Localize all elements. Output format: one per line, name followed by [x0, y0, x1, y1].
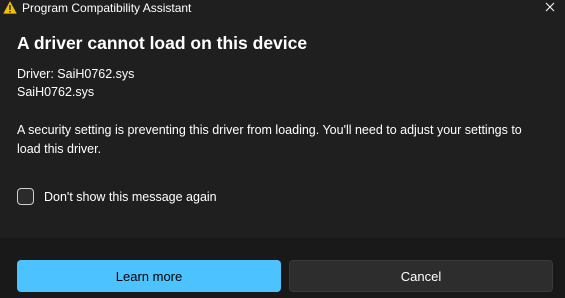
dialog-heading: A driver cannot load on this device [17, 33, 308, 53]
close-icon [545, 0, 555, 17]
learn-more-button[interactable]: Learn more [17, 260, 281, 292]
driver-label: Driver: SaiH0762.sys [17, 67, 135, 81]
title-bar[interactable]: Program Compatibility Assistant [0, 0, 565, 16]
driver-file: SaiH0762.sys [17, 85, 95, 99]
dont-show-again-label[interactable]: Don't show this message again [44, 190, 217, 204]
dont-show-again-option[interactable]: Don't show this message again [17, 188, 217, 205]
dialog-window: Program Compatibility Assistant A driver… [0, 0, 565, 298]
dont-show-again-checkbox[interactable] [17, 188, 34, 205]
dialog-footer: Learn more Cancel [0, 238, 565, 298]
window-title: Program Compatibility Assistant [22, 1, 192, 15]
close-button[interactable] [535, 0, 565, 16]
dialog-message: A security setting is preventing this dr… [17, 123, 522, 156]
warning-icon [3, 0, 17, 14]
cancel-button[interactable]: Cancel [289, 260, 553, 292]
